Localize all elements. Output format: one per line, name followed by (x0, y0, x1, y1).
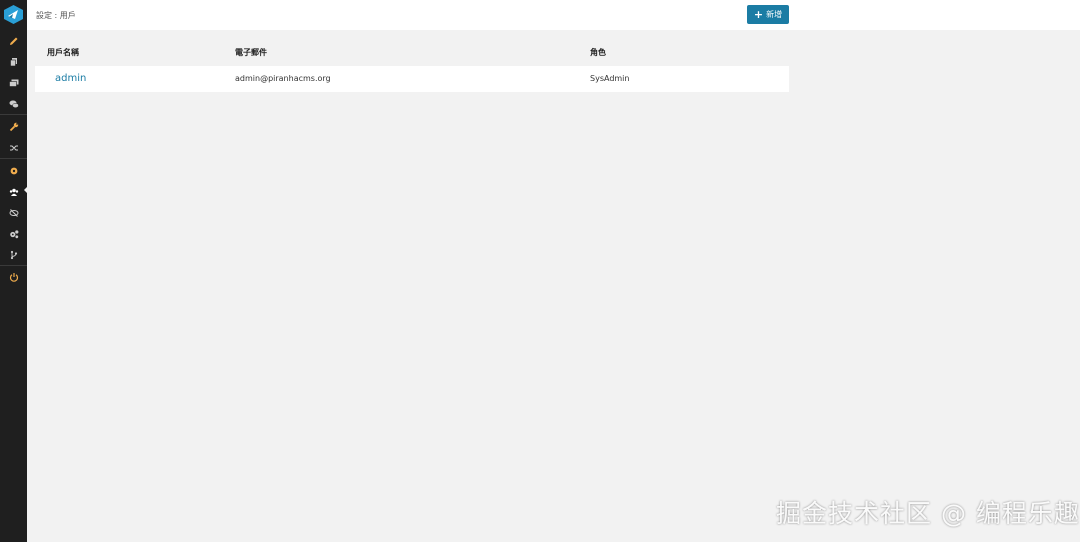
breadcrumb: 設定 : 用戶 (36, 11, 76, 20)
add-user-button[interactable]: + 新增 (747, 5, 789, 24)
users-icon (9, 187, 19, 197)
piranha-logo-icon[interactable] (3, 4, 24, 25)
comments-icon (9, 99, 19, 109)
active-indicator (24, 186, 28, 194)
watermark: 掘金技术社区 @ 编程乐趣 (776, 499, 1080, 528)
sidebar-item-modules[interactable] (0, 244, 27, 265)
code-branch-icon (9, 250, 19, 260)
table-row[interactable]: admin admin@piranhacms.org SysAdmin (35, 66, 789, 92)
cog-icon (9, 166, 19, 176)
sidebar-item-logout[interactable] (0, 266, 27, 287)
pages-icon (9, 57, 19, 67)
sidebar-item-comments[interactable] (0, 93, 27, 114)
sidebar-item-pages[interactable] (0, 51, 27, 72)
column-header-username: 用戶名稱 (47, 48, 79, 57)
power-icon (9, 272, 19, 282)
sidebar-item-redirects[interactable] (0, 137, 27, 158)
column-header-email: 電子郵件 (235, 48, 267, 57)
sidebar-item-roles[interactable] (0, 202, 27, 223)
sidebar-item-tools[interactable] (0, 116, 27, 137)
pencil-icon (9, 36, 19, 46)
wrench-icon (9, 122, 19, 132)
sidebar-item-users[interactable] (0, 181, 27, 202)
sidebar-item-config[interactable] (0, 223, 27, 244)
username-link[interactable]: admin (55, 73, 86, 84)
table-header: 用戶名稱 電子郵件 角色 (35, 42, 789, 60)
user-role: SysAdmin (590, 74, 630, 83)
eye-slash-icon (9, 208, 19, 218)
top-header: 設定 : 用戶 + 新增 (27, 0, 1080, 30)
plus-icon: + (753, 8, 764, 21)
sidebar (0, 0, 28, 542)
sidebar-divider (0, 158, 27, 159)
add-button-label: 新增 (766, 10, 783, 19)
sidebar-divider (0, 114, 27, 115)
sidebar-item-media[interactable] (0, 72, 27, 93)
sidebar-item-settings[interactable] (0, 160, 27, 181)
column-header-role: 角色 (590, 48, 606, 57)
random-icon (9, 143, 19, 153)
media-icon (8, 78, 19, 88)
sidebar-item-content[interactable] (0, 30, 27, 51)
cogs-icon (9, 229, 19, 239)
user-email: admin@piranhacms.org (235, 74, 331, 83)
